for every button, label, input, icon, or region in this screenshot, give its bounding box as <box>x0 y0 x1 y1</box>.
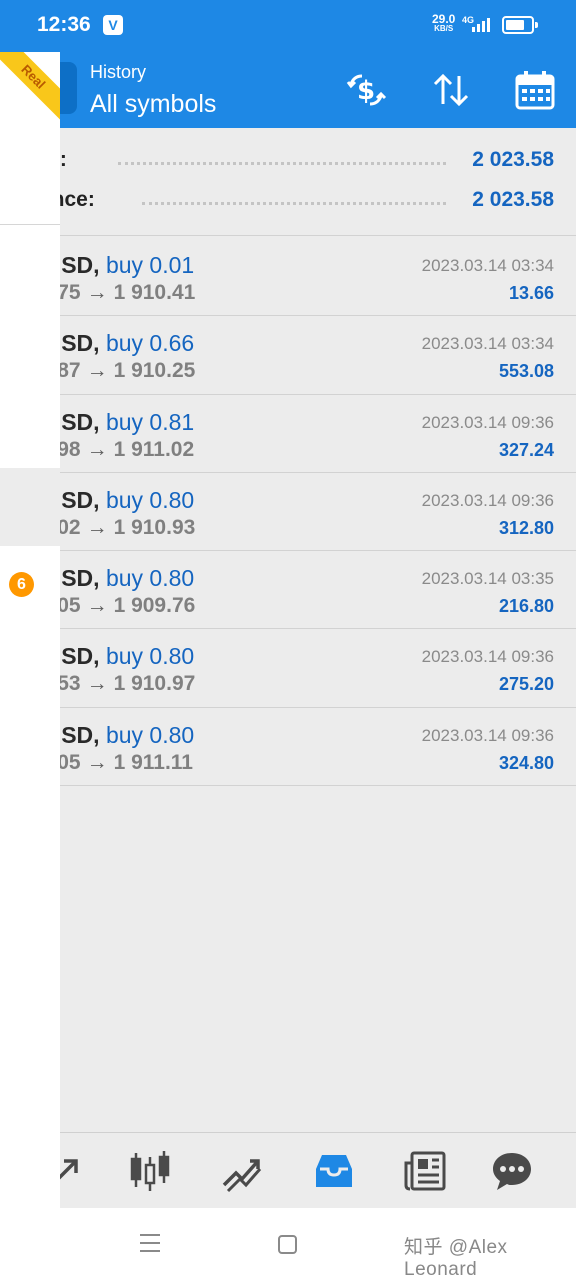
app-logo-icon <box>60 62 77 114</box>
balance-value: 2 023.58 <box>472 188 554 211</box>
watermark: 知乎 @Alex Leonard <box>404 1237 508 1280</box>
deal-row[interactable]: UUSD, buy 0.80 07.02→1 910.93 2023.03.14… <box>0 472 576 552</box>
menu-icon[interactable] <box>140 1234 160 1254</box>
toolbar-subtitle: History <box>90 62 147 82</box>
deal-time: 2023.03.14 09:36 <box>421 647 554 667</box>
arrow-icon: → <box>86 515 108 539</box>
trend-chart-icon[interactable] <box>218 1147 266 1195</box>
profit-value: 2 023.58 <box>472 148 554 171</box>
deal-profit: 553.08 <box>498 361 554 382</box>
app-toolbar: History All symbols $ <box>0 52 576 128</box>
deals-list: UUSD, buy 0.01 06.75→1 910.41 2023.03.14… <box>0 238 576 787</box>
close-price: 1 910.41 <box>113 281 196 304</box>
deal-profit: 13.66 <box>508 283 554 303</box>
history-summary: fit: 2 023.58 ance: 2 023.58 <box>0 128 576 236</box>
network-speed: 29.0 KB/S <box>432 12 456 34</box>
navigation-drawer[interactable]: Real 6 <box>0 52 60 1208</box>
bottom-nav <box>0 1132 576 1208</box>
deal-time: 2023.03.14 03:34 <box>421 256 554 275</box>
status-time: 12:36 <box>37 13 91 36</box>
close-price: 1 911.11 <box>113 750 193 774</box>
history-inbox-icon[interactable] <box>310 1147 358 1195</box>
system-nav-bar: 知乎 @Alex Leonard <box>0 1208 576 1280</box>
candlestick-chart-icon[interactable] <box>126 1147 174 1195</box>
close-price: 1 909.76 <box>113 594 196 618</box>
deal-type: buy 0.66 <box>105 330 195 357</box>
deal-type: buy 0.80 <box>105 721 195 748</box>
drawer-divider <box>0 224 60 225</box>
deal-profit: 324.80 <box>498 752 554 773</box>
deal-profit: 327.24 <box>498 439 554 460</box>
app-notification-icon: V <box>103 15 123 35</box>
sort-icon[interactable] <box>427 66 475 114</box>
deal-profit: 216.80 <box>498 596 554 617</box>
drawer-selected-item[interactable] <box>0 468 60 546</box>
calendar-icon[interactable] <box>511 66 559 114</box>
home-icon[interactable] <box>278 1235 297 1254</box>
deal-type: buy 0.80 <box>105 486 195 513</box>
deal-time: 2023.03.14 09:36 <box>421 490 554 510</box>
deal-type: buy 0.81 <box>105 408 195 435</box>
arrow-icon: → <box>86 750 108 774</box>
battery-icon <box>502 16 538 34</box>
arrow-icon: → <box>86 281 108 304</box>
close-price: 1 910.93 <box>113 515 196 539</box>
currency-exchange-icon[interactable]: $ <box>342 66 390 114</box>
news-icon[interactable] <box>402 1147 450 1195</box>
balance-row: ance: 2 023.58 <box>0 182 576 222</box>
status-bar: 12:36 V 29.0 KB/S 4G <box>0 0 576 52</box>
profit-row: fit: 2 023.58 <box>0 142 576 182</box>
signal-icon <box>472 18 490 32</box>
chat-icon[interactable] <box>488 1147 536 1195</box>
deal-row[interactable]: UUSD, buy 0.01 06.75→1 910.41 2023.03.14… <box>0 238 576 317</box>
svg-text:$: $ <box>357 76 375 106</box>
deal-type: buy 0.01 <box>105 252 195 278</box>
deal-time: 2023.03.14 03:35 <box>421 569 554 589</box>
deal-time: 2023.03.14 09:36 <box>421 725 554 745</box>
arrow-icon: → <box>86 359 108 383</box>
close-price: 1 910.25 <box>113 359 196 383</box>
deal-profit: 275.20 <box>498 674 554 695</box>
arrow-icon: → <box>86 672 108 696</box>
deal-profit: 312.80 <box>498 517 554 538</box>
close-price: 1 910.97 <box>113 672 196 696</box>
network-speed-unit: KB/S <box>434 24 454 33</box>
deal-type: buy 0.80 <box>105 643 195 670</box>
leader-dots <box>142 202 446 205</box>
deal-row[interactable]: UUSD, buy 0.81 06.98→1 911.02 2023.03.14… <box>0 394 576 473</box>
deal-row[interactable]: UUSD, buy 0.80 07.05→1 911.11 2023.03.14… <box>0 707 576 787</box>
account-type-ribbon: Real <box>0 52 60 124</box>
close-price: 1 911.02 <box>113 437 195 461</box>
deal-row[interactable]: UUSD, buy 0.80 07.05→1 909.76 2023.03.14… <box>0 551 576 630</box>
leader-dots <box>118 162 446 165</box>
deal-row[interactable]: UUSD, buy 0.66 01.87→1 910.25 2023.03.14… <box>0 316 576 395</box>
toolbar-title[interactable]: All symbols <box>90 90 216 119</box>
deal-row[interactable]: UUSD, buy 0.80 07.53→1 910.97 2023.03.14… <box>0 629 576 708</box>
notification-badge: 6 <box>9 572 34 597</box>
deal-type: buy 0.80 <box>105 565 195 592</box>
arrow-icon: → <box>86 437 108 461</box>
network-speed-value: 29.0 <box>432 12 456 26</box>
arrow-icon: → <box>86 594 108 618</box>
deal-time: 2023.03.14 09:36 <box>421 412 554 432</box>
deal-time: 2023.03.14 03:34 <box>421 334 554 354</box>
